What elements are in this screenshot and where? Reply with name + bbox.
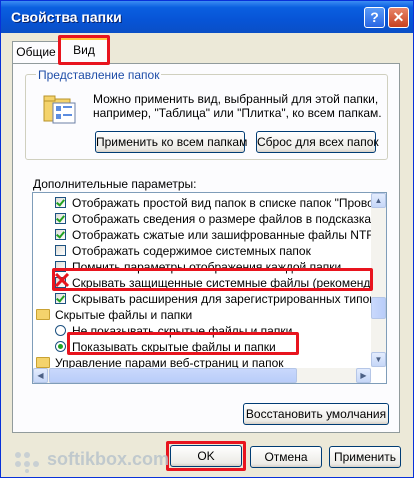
scroll-up-arrow-icon[interactable]: ▲ — [371, 193, 386, 208]
folder-views-description: Можно применить вид, выбранный для этой … — [93, 92, 382, 120]
show-hidden-files-highlight — [67, 332, 299, 355]
folder-icon — [36, 309, 50, 320]
cancel-button[interactable]: Отмена — [250, 446, 322, 468]
list-item[interactable]: Отображать простой вид папок в списке па… — [33, 195, 375, 211]
apply-button[interactable]: Применить — [329, 446, 401, 468]
horizontal-scroll-thumb[interactable] — [49, 368, 297, 383]
close-button[interactable]: ✕ — [388, 7, 409, 28]
radio-selected[interactable] — [55, 341, 66, 352]
list-item-label: Отображать содержимое системных папок — [72, 244, 311, 258]
checkbox-checked[interactable] — [55, 229, 66, 240]
horizontal-scrollbar[interactable]: ◀ ▶ — [33, 368, 371, 383]
title-bar[interactable]: Свойства папки ? ✕ — [1, 1, 413, 33]
list-item[interactable]: Отображать сведения о размере файлов в п… — [33, 211, 375, 227]
list-item-label: Скрывать расширения для зарегистрированн… — [72, 292, 375, 306]
checkbox-checked[interactable] — [55, 213, 66, 224]
reset-all-folders-button[interactable]: Сброс для всех папок — [256, 131, 379, 153]
list-item-label: Отображать простой вид папок в списке па… — [72, 196, 375, 210]
advanced-settings-label: Дополнительные параметры: — [33, 177, 197, 191]
list-item-label: Отображать сведения о размере файлов в п… — [72, 212, 375, 226]
hide-protected-files-highlight — [52, 268, 373, 291]
vertical-scroll-thumb[interactable] — [371, 297, 386, 319]
folder-options-dialog: Свойства папки ? ✕ Общие Вид Представлен… — [0, 0, 414, 478]
list-item-label: Скрытые файлы и папки — [55, 308, 193, 322]
list-item[interactable]: Отображать содержимое системных папок — [33, 243, 375, 259]
folder-icon — [36, 357, 50, 368]
watermark-logo-icon — [15, 452, 39, 473]
folder-views-title: Представление папок — [36, 68, 162, 82]
checkbox-checked[interactable] — [55, 197, 66, 208]
cross-mark-icon — [54, 273, 70, 287]
radio-unselected[interactable] — [55, 325, 66, 336]
restore-defaults-button[interactable]: Восстановить умолчания — [243, 403, 389, 425]
list-item-folder: Скрытые файлы и папки — [33, 307, 375, 323]
ok-button-highlight — [166, 441, 246, 471]
tab-general[interactable]: Общие — [12, 41, 60, 63]
scroll-down-arrow-icon[interactable]: ▼ — [371, 352, 386, 367]
checkbox-checked[interactable] — [55, 293, 66, 304]
checkbox-unchecked[interactable] — [55, 245, 66, 256]
vertical-scrollbar[interactable]: ▲ ▼ — [371, 193, 386, 367]
apply-to-all-folders-button[interactable]: Применить ко всем папкам — [95, 131, 247, 153]
folder-view-icon — [43, 95, 76, 124]
watermark: softikbox.com — [13, 447, 173, 473]
list-item-label: Отображать сжатые или зашифрованные файл… — [72, 228, 375, 242]
scroll-right-arrow-icon[interactable]: ▶ — [356, 368, 371, 383]
list-item[interactable]: Скрывать расширения для зарегистрированн… — [33, 291, 375, 307]
list-item[interactable]: Отображать сжатые или зашифрованные файл… — [33, 227, 375, 243]
scroll-left-arrow-icon[interactable]: ◀ — [33, 368, 48, 383]
help-button[interactable]: ? — [364, 7, 385, 28]
tab-view-highlight — [58, 35, 110, 65]
watermark-text: softikbox.com — [47, 449, 170, 469]
window-title: Свойства папки — [11, 9, 122, 25]
